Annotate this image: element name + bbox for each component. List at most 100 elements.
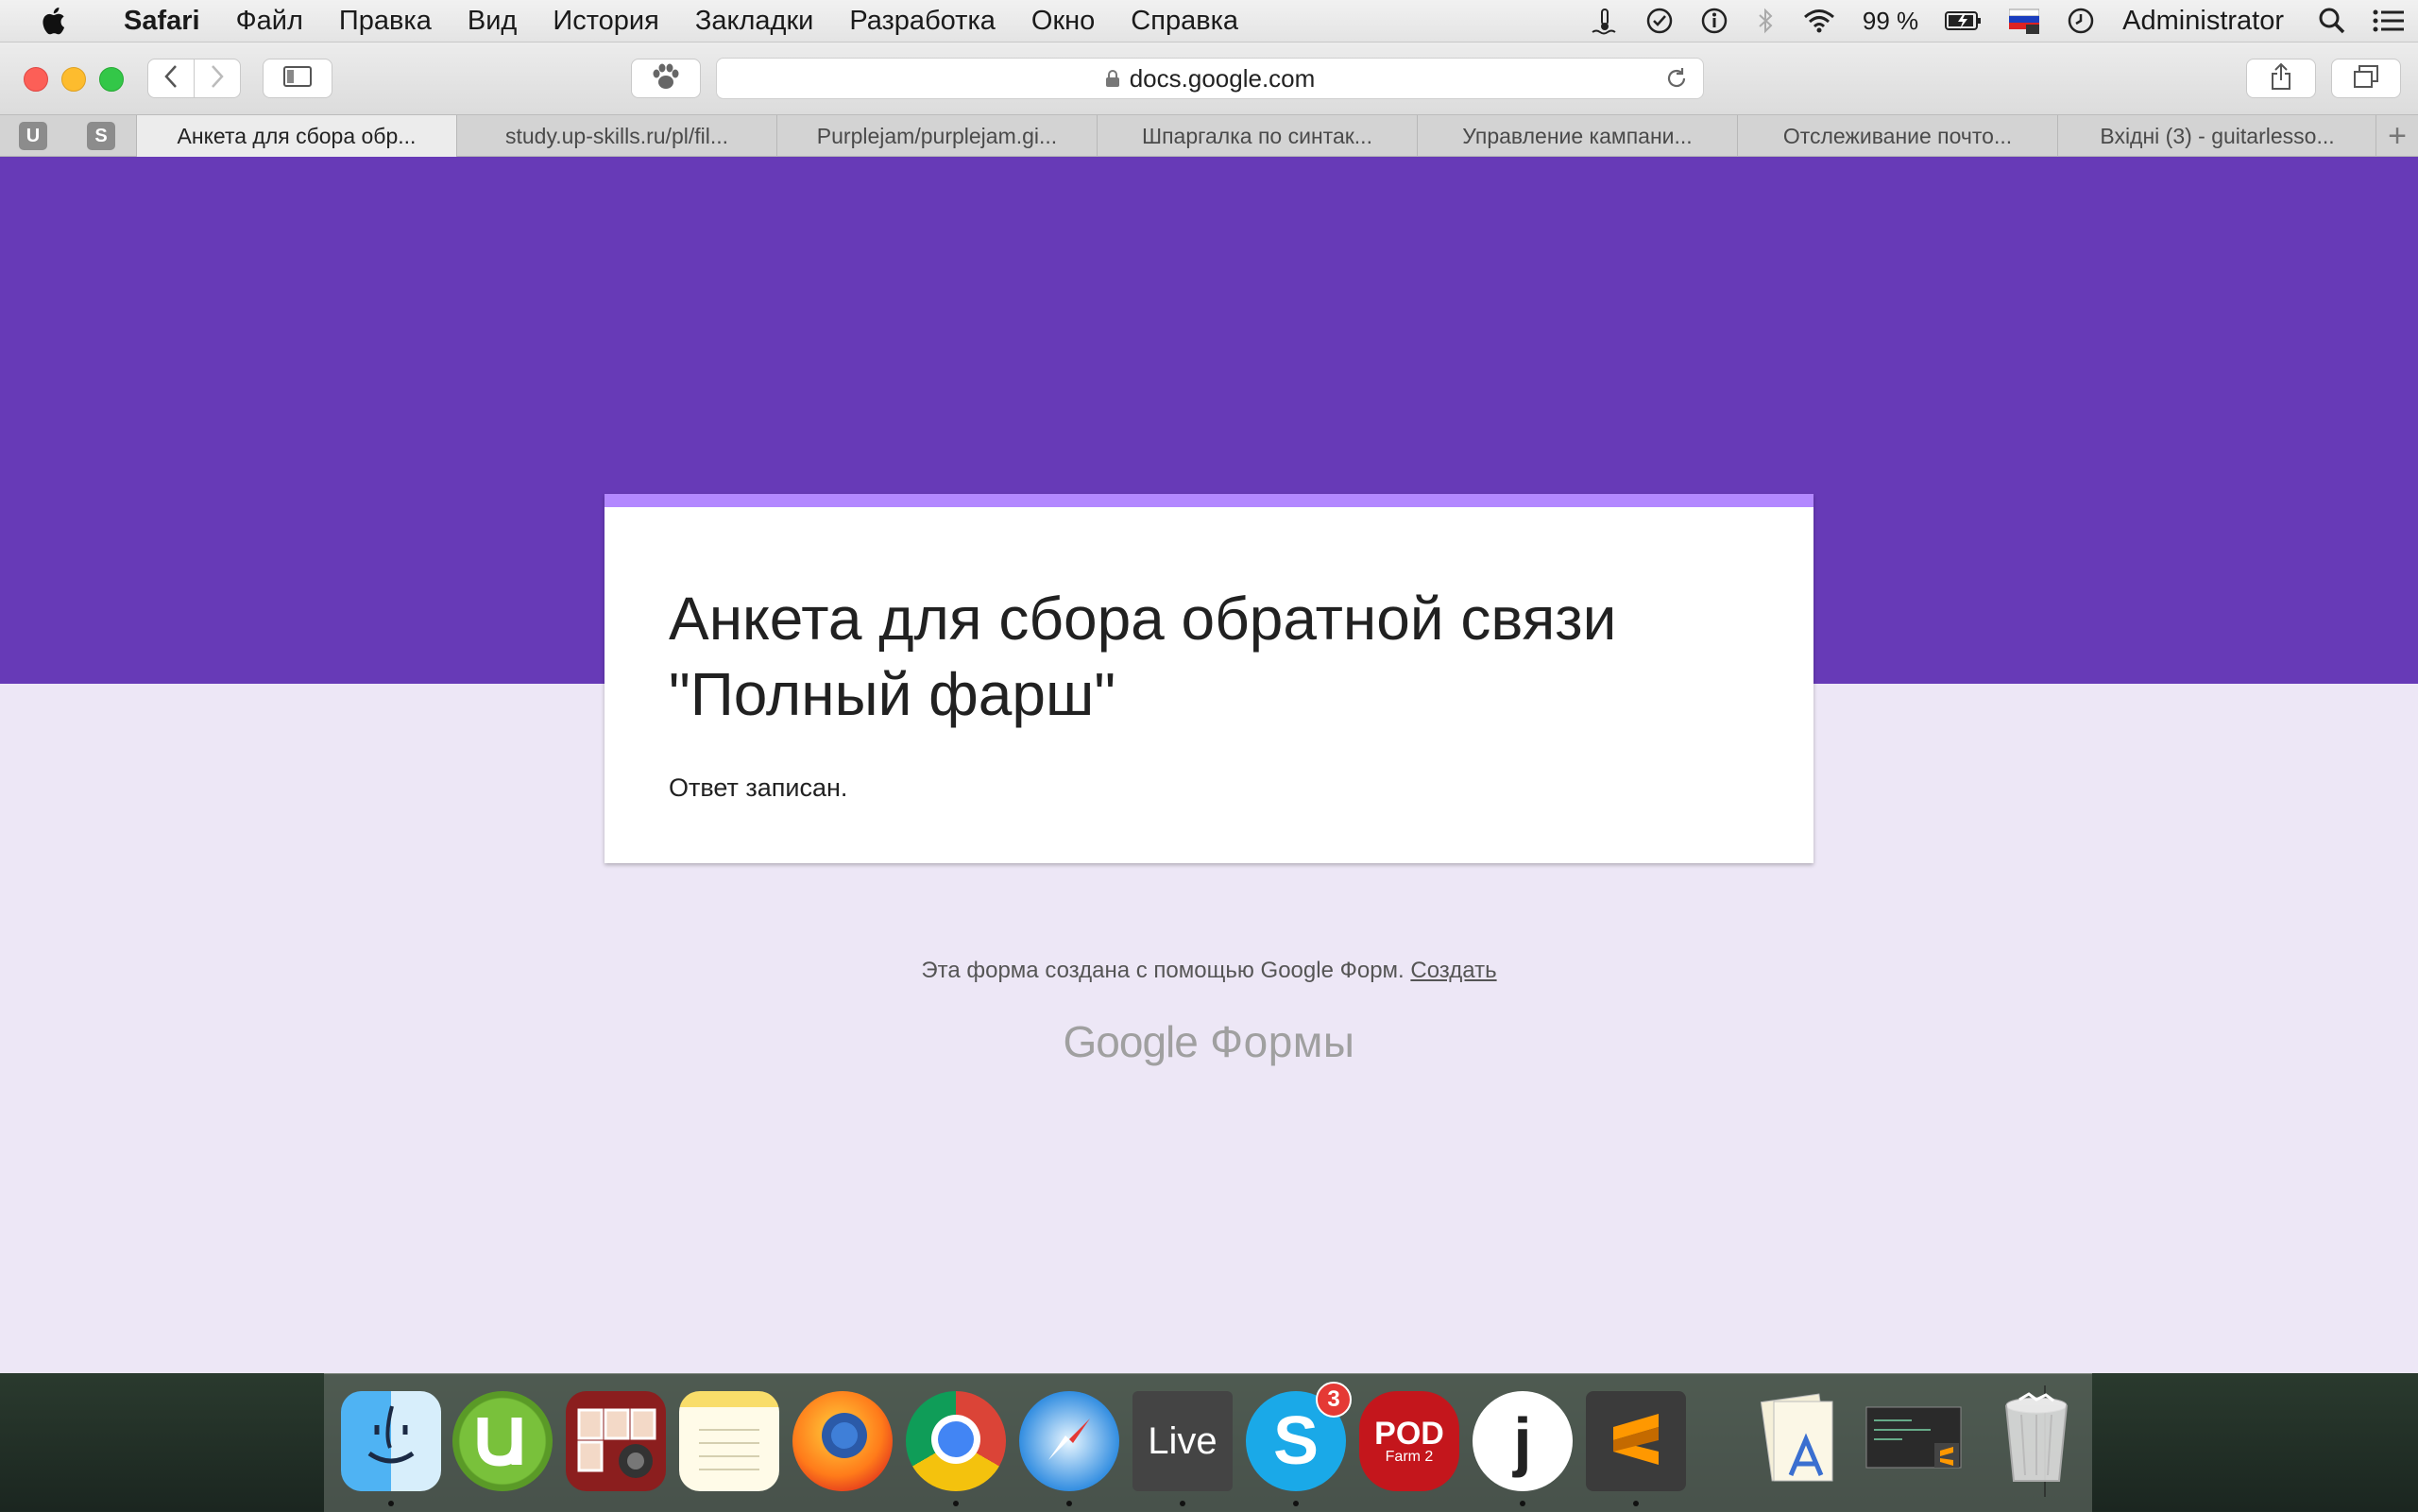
show-all-tabs-button[interactable]	[2331, 59, 2401, 98]
pod-sub-label: Farm 2	[1385, 1449, 1434, 1465]
address-bar[interactable]: docs.google.com	[716, 58, 1704, 99]
dock-chrome[interactable]	[906, 1391, 1006, 1491]
reload-icon[interactable]	[1663, 65, 1690, 92]
time-machine-icon[interactable]	[2066, 6, 2096, 36]
web-page: Анкета для сбора обратной связи "Полный …	[0, 157, 2418, 1373]
paw-icon	[650, 62, 682, 95]
form-response-card: Анкета для сбора обратной связи "Полный …	[604, 494, 1814, 863]
forward-button[interactable]	[194, 59, 241, 98]
live-label: Live	[1148, 1419, 1218, 1462]
menu-help[interactable]: Справка	[1113, 6, 1256, 37]
dock-sublime-text[interactable]	[1586, 1391, 1686, 1491]
tab-label: Управление кампани...	[1462, 123, 1693, 148]
wifi-icon[interactable]	[1802, 8, 1836, 34]
google-forms-logo[interactable]: Google Формы	[0, 1016, 2418, 1067]
dock-documents-stack[interactable]	[1862, 1391, 1971, 1491]
pod-label: POD	[1374, 1416, 1444, 1452]
menu-develop[interactable]: Разработка	[831, 6, 1013, 37]
dock-firefox[interactable]	[792, 1391, 893, 1491]
tab-mail-tracking[interactable]: Отслеживание почто...	[1737, 115, 2057, 157]
menu-view[interactable]: Вид	[450, 6, 535, 37]
spotlight-search-icon[interactable]	[2318, 7, 2346, 35]
dock-safari[interactable]	[1019, 1391, 1119, 1491]
task-check-icon[interactable]	[1645, 7, 1674, 35]
minimize-window-button[interactable]	[61, 67, 86, 92]
tabs-overview-icon	[2353, 64, 2379, 93]
dock-pod-farm[interactable]: POD Farm 2	[1359, 1391, 1459, 1491]
battery-icon[interactable]	[1945, 9, 1983, 32]
dock-utorrent[interactable]	[452, 1391, 553, 1491]
chevron-left-icon	[163, 64, 179, 93]
address-url: docs.google.com	[1129, 63, 1316, 93]
logo-forms-text: Формы	[1210, 1017, 1355, 1066]
running-indicator	[953, 1501, 959, 1506]
running-indicator	[1180, 1501, 1185, 1506]
running-indicator	[1520, 1501, 1525, 1506]
sidebar-icon	[283, 65, 312, 92]
skype-icon: S	[1272, 1403, 1320, 1479]
status-menu-area: 99 % Administrator	[1577, 0, 2418, 42]
info-icon[interactable]	[1700, 7, 1728, 35]
tab-label: Анкета для сбора обр...	[177, 123, 417, 148]
menu-edit[interactable]: Правка	[321, 6, 450, 37]
back-button[interactable]	[147, 59, 195, 98]
running-indicator	[1066, 1501, 1072, 1506]
notification-center-icon[interactable]	[2373, 8, 2405, 34]
tab-label: Purplejam/purplejam.gi...	[816, 123, 1058, 148]
running-indicator	[1633, 1501, 1639, 1506]
pinned-tab-s[interactable]: S	[87, 122, 115, 150]
apple-menu-icon[interactable]	[0, 7, 106, 35]
tab-label: study.up-skills.ru/pl/fil...	[504, 123, 729, 148]
notes-icon	[691, 1402, 767, 1482]
tab-syntax-cheatsheet[interactable]: Шпаргалка по синтак...	[1097, 115, 1417, 157]
sidebar-toggle-button[interactable]	[263, 59, 332, 98]
bluetooth-icon[interactable]	[1755, 7, 1776, 35]
form-title: Анкета для сбора обратной связи "Полный …	[669, 585, 1617, 728]
menu-file[interactable]: Файл	[218, 6, 321, 37]
dock-ableton-live[interactable]: Live	[1132, 1391, 1233, 1491]
battery-percent[interactable]: 99 %	[1863, 7, 1918, 36]
pinned-tab-u[interactable]: U	[19, 122, 47, 150]
browser-toolbar: docs.google.com	[0, 42, 2418, 114]
safari-compass-icon	[1031, 1402, 1107, 1482]
dock: Live S 3 POD Farm 2 j	[324, 1373, 2092, 1512]
tab-label: Вхідні (3) - guitarlesso...	[2100, 123, 2335, 148]
dock-applications-folder[interactable]	[1748, 1391, 1848, 1491]
dock-photo-booth[interactable]	[566, 1391, 666, 1491]
tab-purplejam[interactable]: Purplejam/purplejam.gi...	[776, 115, 1097, 157]
user-name[interactable]: Administrator	[2122, 6, 2284, 37]
dock-skype[interactable]: S 3	[1246, 1382, 1352, 1491]
dock-joxi[interactable]: j	[1473, 1391, 1573, 1491]
menu-history[interactable]: История	[535, 6, 676, 37]
applications-folder-icon	[1753, 1392, 1844, 1491]
form-footer: Эта форма создана с помощью Google Форм.…	[0, 958, 2418, 984]
logo-google-text: Google	[1063, 1017, 1199, 1066]
tab-label: Шпаргалка по синтак...	[1142, 123, 1372, 148]
menu-bookmarks[interactable]: Закладки	[677, 6, 832, 37]
close-window-button[interactable]	[24, 67, 48, 92]
dock-trash[interactable]	[1986, 1391, 2086, 1491]
sublime-text-icon	[1608, 1406, 1664, 1477]
tab-bar: U S Анкета для сбора обр... study.up-ski…	[0, 114, 2418, 157]
input-source-flag-icon[interactable]	[2009, 8, 2040, 34]
tab-campaign-management[interactable]: Управление кампани...	[1417, 115, 1737, 157]
menu-window[interactable]: Окно	[1013, 6, 1113, 37]
dock-finder[interactable]	[341, 1391, 441, 1491]
tab-study-up-skills[interactable]: study.up-skills.ru/pl/fil...	[456, 115, 776, 157]
response-recorded-message: Ответ записан.	[669, 773, 848, 802]
temperature-icon[interactable]	[1591, 7, 1619, 35]
menu-app-safari[interactable]: Safari	[106, 6, 218, 37]
lock-icon	[1105, 69, 1120, 88]
tab-google-form[interactable]: Анкета для сбора обр...	[136, 115, 456, 157]
extension-button[interactable]	[631, 59, 701, 98]
new-tab-button[interactable]: +	[2375, 115, 2418, 157]
tab-inbox-guitarlessons[interactable]: Вхідні (3) - guitarlesso...	[2057, 115, 2376, 157]
chevron-right-icon	[210, 64, 225, 93]
finder-icon	[349, 1397, 434, 1487]
menu-bar: Safari Файл Правка Вид История Закладки …	[0, 0, 2418, 42]
share-icon	[2270, 62, 2292, 95]
dock-notes[interactable]	[679, 1391, 779, 1491]
create-form-link[interactable]: Создать	[1410, 958, 1496, 983]
zoom-window-button[interactable]	[99, 67, 124, 92]
share-button[interactable]	[2246, 59, 2316, 98]
